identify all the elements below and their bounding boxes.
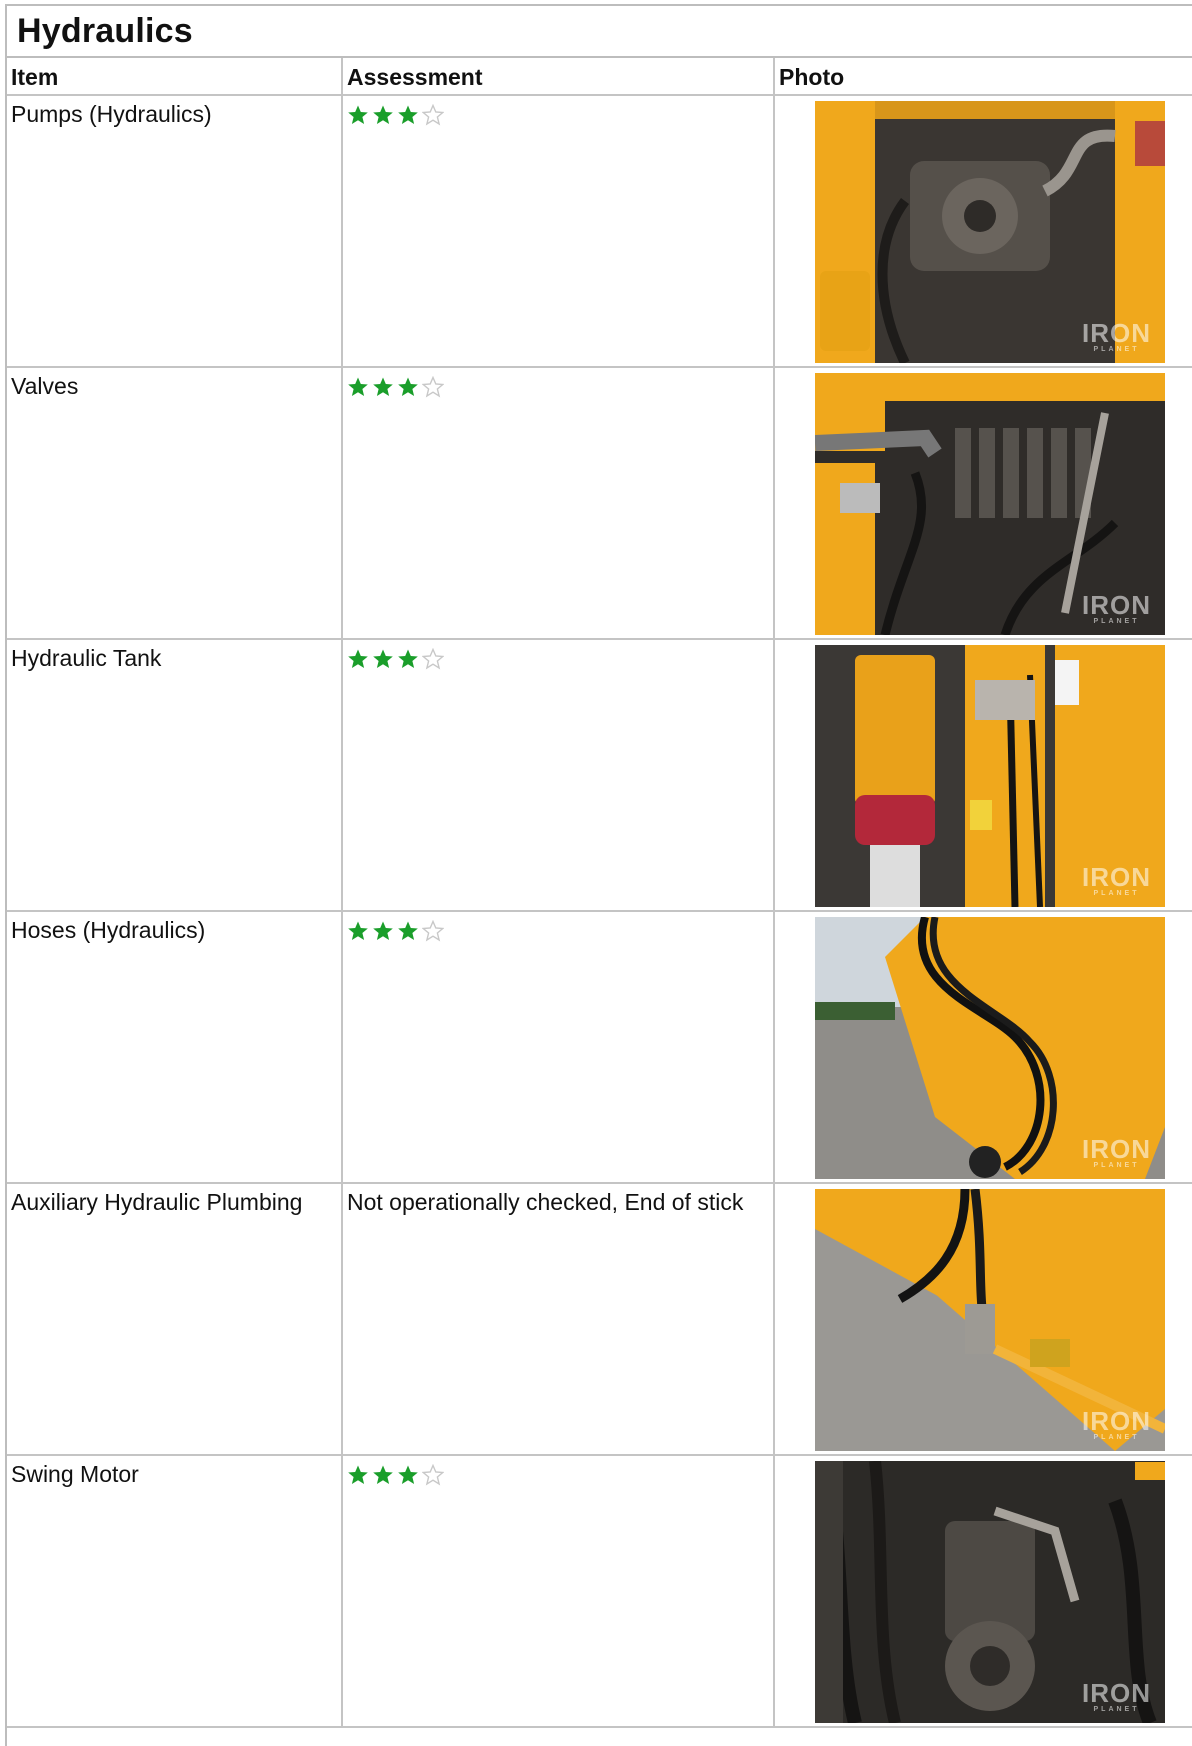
star-empty-icon: [422, 1464, 444, 1486]
star-filled-icon: [348, 1465, 368, 1484]
star-rating: [347, 101, 444, 126]
star-filled-icon: [373, 377, 393, 396]
item-name: Pumps (Hydraulics): [7, 94, 343, 368]
photo-cell: IRON PLANET: [773, 366, 1192, 640]
photo-cell: IRON PLANET: [773, 1182, 1192, 1456]
star-filled-icon: [373, 105, 393, 124]
watermark-brand: IRON: [1082, 1134, 1151, 1164]
hydraulic-tank-photo[interactable]: IRON PLANET: [815, 645, 1165, 907]
star-empty-icon: [422, 920, 444, 942]
column-header-assessment: Assessment: [341, 58, 775, 96]
table-row: Auxiliary Hydraulic Plumbing Not operati…: [7, 1182, 1192, 1456]
item-name: Hydraulic Tank: [7, 638, 343, 912]
assessment-cell: [341, 638, 775, 912]
star-filled-icon: [398, 1465, 418, 1484]
table-row: Swing Motor IRON PLANET: [7, 1454, 1192, 1728]
table-row: Pumps (Hydraulics) IRON PLANET: [7, 94, 1192, 368]
star-filled-icon: [398, 649, 418, 668]
assessment-text: Not operationally checked, End of stick: [347, 1189, 744, 1215]
star-filled-icon: [348, 105, 368, 124]
star-empty-icon: [422, 376, 444, 398]
photo-cell: IRON PLANET: [773, 638, 1192, 912]
star-filled-icon: [348, 377, 368, 396]
watermark-brand: IRON: [1082, 590, 1151, 620]
column-header-photo: Photo: [773, 58, 1192, 96]
watermark-brand: IRON: [1082, 1678, 1151, 1708]
inspection-page: Hydraulics Item Assessment Photo Pumps (…: [0, 0, 1192, 1746]
photo-cell: IRON PLANET: [773, 1454, 1192, 1728]
star-rating: [347, 917, 444, 942]
star-empty-icon: [422, 648, 444, 670]
control-valves-photo[interactable]: IRON PLANET: [815, 373, 1165, 635]
hydraulics-section: Hydraulics Item Assessment Photo Pumps (…: [5, 4, 1192, 1746]
star-filled-icon: [348, 649, 368, 668]
photo-cell: IRON PLANET: [773, 910, 1192, 1184]
iron-planet-watermark: IRON PLANET: [1082, 592, 1151, 625]
column-header-item: Item: [7, 58, 343, 96]
iron-planet-watermark: IRON PLANET: [1082, 1680, 1151, 1713]
table-header-row: Item Assessment Photo: [7, 58, 1192, 96]
star-filled-icon: [398, 921, 418, 940]
star-filled-icon: [373, 921, 393, 940]
star-filled-icon: [373, 1465, 393, 1484]
item-name: Auxiliary Hydraulic Plumbing: [7, 1182, 343, 1456]
item-name: Valves: [7, 366, 343, 640]
item-name: Hoses (Hydraulics): [7, 910, 343, 1184]
assessment-cell: Not operationally checked, End of stick: [341, 1182, 775, 1456]
iron-planet-watermark: IRON PLANET: [1082, 320, 1151, 353]
watermark-brand: IRON: [1082, 862, 1151, 892]
assessment-cell: [341, 94, 775, 368]
assessment-cell: [341, 1454, 775, 1728]
star-filled-icon: [398, 377, 418, 396]
photo-cell: IRON PLANET: [773, 94, 1192, 368]
star-rating: [347, 373, 444, 398]
hydraulic-pump-photo[interactable]: IRON PLANET: [815, 101, 1165, 363]
watermark-brand: IRON: [1082, 1406, 1151, 1436]
iron-planet-watermark: IRON PLANET: [1082, 1136, 1151, 1169]
swing-motor-photo[interactable]: IRON PLANET: [815, 1461, 1165, 1723]
table-row: Hydraulic Tank IRON PLANET: [7, 638, 1192, 912]
assessment-cell: [341, 910, 775, 1184]
star-filled-icon: [348, 921, 368, 940]
watermark-brand: IRON: [1082, 318, 1151, 348]
section-header: Hydraulics: [7, 6, 1192, 58]
iron-planet-watermark: IRON PLANET: [1082, 1408, 1151, 1441]
star-filled-icon: [373, 649, 393, 668]
assessment-cell: [341, 366, 775, 640]
table-row: Valves IRON PLANET: [7, 366, 1192, 640]
boom-hoses-photo[interactable]: IRON PLANET: [815, 917, 1165, 1179]
inspection-table: Item Assessment Photo Pumps (Hydraulics)…: [7, 58, 1192, 1728]
star-empty-icon: [422, 104, 444, 126]
star-rating: [347, 1461, 444, 1486]
aux-plumbing-photo[interactable]: IRON PLANET: [815, 1189, 1165, 1451]
item-name: Swing Motor: [7, 1454, 343, 1728]
star-filled-icon: [398, 105, 418, 124]
section-title: Hydraulics: [17, 11, 193, 50]
table-row: Hoses (Hydraulics) IRON PLANET: [7, 910, 1192, 1184]
star-rating: [347, 645, 444, 670]
iron-planet-watermark: IRON PLANET: [1082, 864, 1151, 897]
